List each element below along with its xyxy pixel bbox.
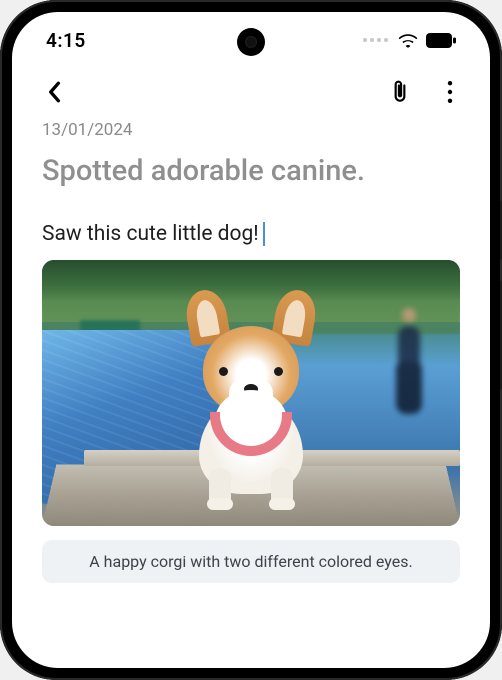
camera-notch bbox=[237, 28, 265, 56]
more-button[interactable] bbox=[436, 78, 464, 106]
wifi-icon bbox=[398, 32, 418, 48]
note-body-editor[interactable]: Saw this cute little dog! bbox=[42, 222, 460, 246]
image-caption[interactable]: A happy corgi with two different colored… bbox=[42, 540, 460, 583]
note-body-text: Saw this cute little dog! bbox=[42, 222, 259, 246]
attach-button[interactable] bbox=[386, 78, 414, 106]
chevron-left-icon bbox=[47, 81, 61, 103]
status-indicators bbox=[363, 32, 456, 48]
paperclip-icon bbox=[390, 79, 410, 105]
note-date: 13/01/2024 bbox=[42, 120, 460, 140]
text-cursor bbox=[263, 222, 265, 246]
app-bar bbox=[12, 68, 490, 116]
battery-icon bbox=[426, 33, 456, 48]
status-time: 4:15 bbox=[46, 29, 86, 52]
back-button[interactable] bbox=[40, 78, 68, 106]
note-content: 13/01/2024 Spotted adorable canine. Saw … bbox=[12, 116, 490, 583]
note-image[interactable] bbox=[42, 260, 460, 526]
more-vert-icon bbox=[447, 81, 453, 103]
note-title[interactable]: Spotted adorable canine. bbox=[42, 154, 460, 188]
signal-dots-icon bbox=[363, 38, 388, 42]
phone-frame: 4:15 bbox=[0, 0, 502, 680]
screen: 4:15 bbox=[12, 12, 490, 668]
